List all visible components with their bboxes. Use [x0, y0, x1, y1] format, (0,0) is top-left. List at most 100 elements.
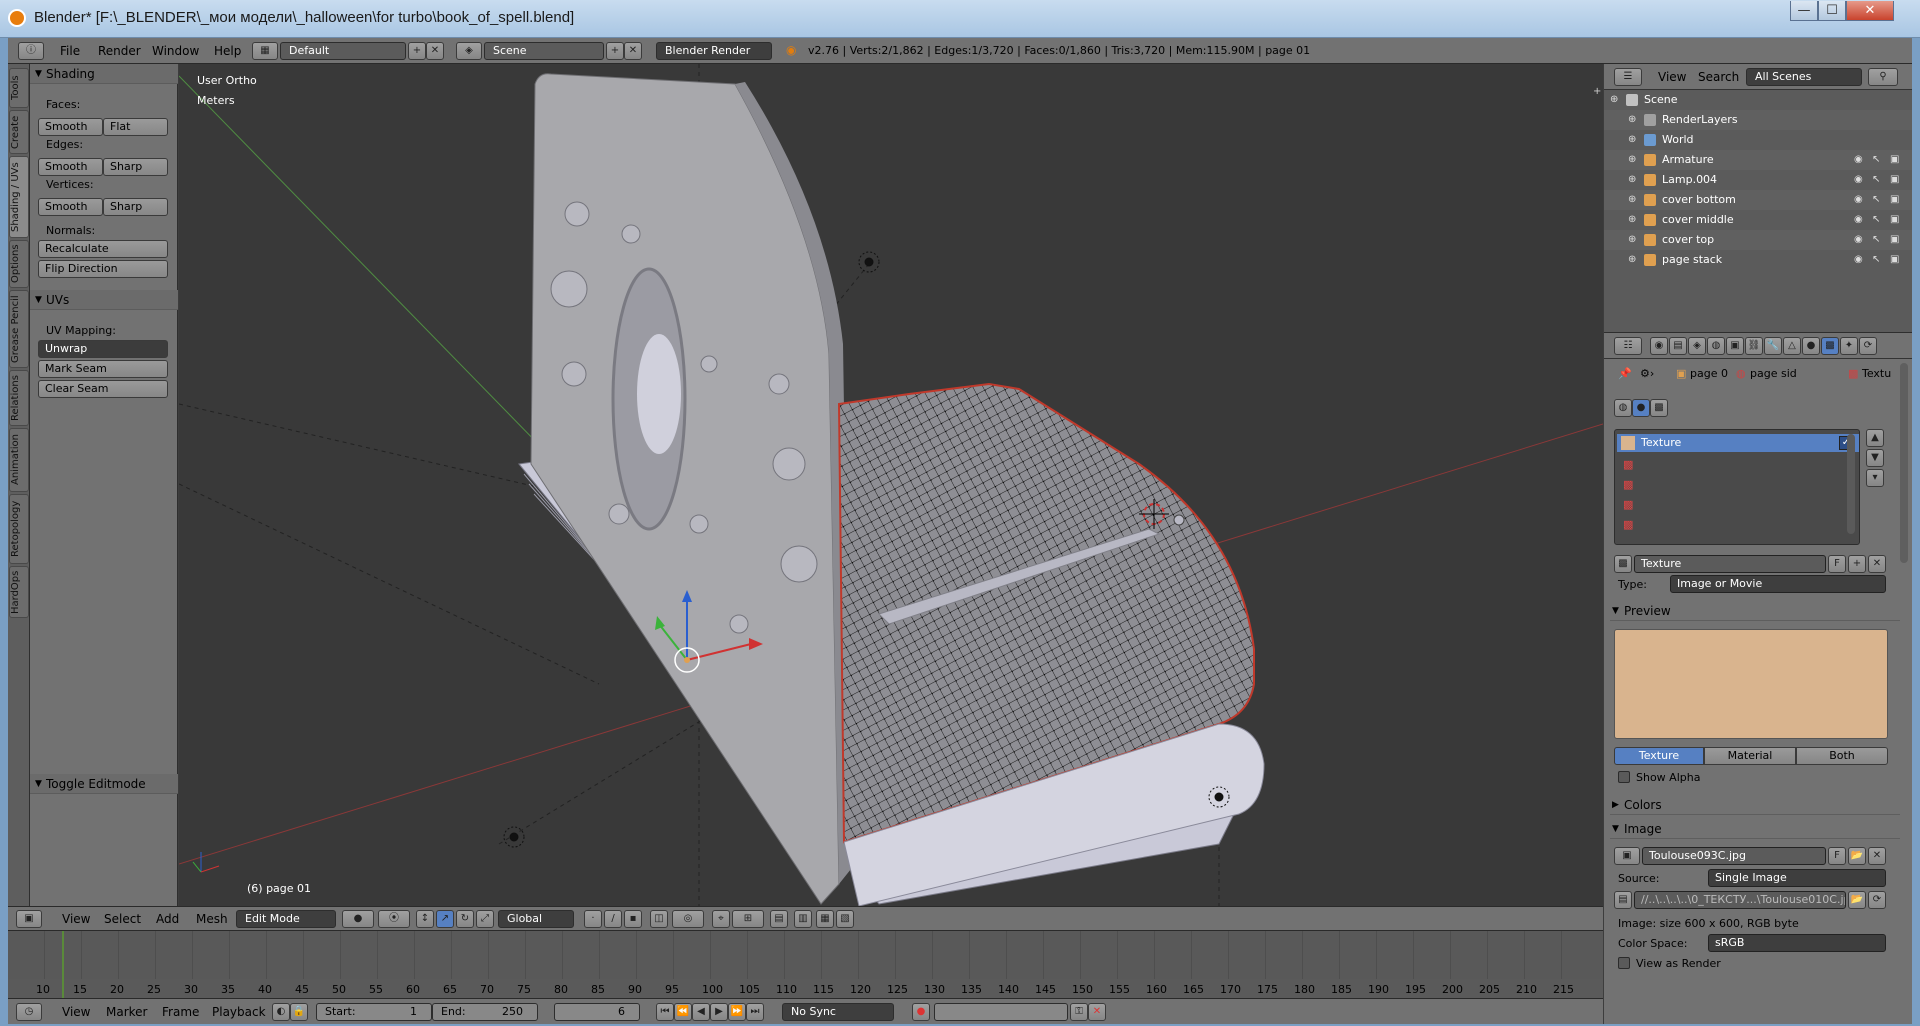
expand-toggle-icon[interactable]: ⊕ — [1628, 230, 1636, 250]
image-source-select[interactable]: Single Image — [1708, 869, 1886, 887]
faces-smooth-button[interactable]: Smooth — [38, 118, 103, 136]
use-preview-range-icon[interactable]: ◐ — [272, 1003, 290, 1021]
tab-shading-uvs[interactable]: Shading / UVs — [9, 156, 29, 238]
expand-toggle-icon[interactable]: ⊕ — [1628, 130, 1636, 150]
render-camera-icon[interactable]: ▣ — [1890, 155, 1902, 165]
expand-toggle-icon[interactable]: ⊕ — [1628, 190, 1636, 210]
timeline-menu-frame[interactable]: Frame — [162, 1005, 199, 1019]
layout-add-icon[interactable]: + — [408, 42, 426, 60]
render-tab-icon[interactable]: ◉ — [1650, 337, 1668, 355]
outliner-editor-type-icon[interactable]: ☰ — [1614, 68, 1642, 86]
jump-end-icon[interactable]: ⏭ — [746, 1003, 764, 1021]
unwrap-select[interactable]: Unwrap — [38, 340, 168, 358]
object-tab-icon[interactable]: ▣ — [1726, 337, 1744, 355]
reload-image-icon[interactable]: ⟳ — [1868, 891, 1886, 909]
tab-relations[interactable]: Relations — [9, 370, 29, 426]
visibility-eye-icon[interactable]: ◉ — [1854, 195, 1866, 205]
keying-set-field[interactable] — [934, 1003, 1068, 1021]
image-open-icon[interactable]: 📂 — [1848, 847, 1866, 865]
image-fake-user-button[interactable]: F — [1828, 847, 1846, 865]
image-panel-header[interactable]: ▼ Image — [1610, 819, 1900, 839]
image-browse-icon[interactable]: ▣ — [1614, 847, 1640, 865]
render-camera-icon[interactable]: ▣ — [1890, 195, 1902, 205]
breadcrumb-texture[interactable]: Textu — [1862, 367, 1891, 380]
color-space-select[interactable]: sRGB — [1708, 934, 1886, 952]
tab-retopology[interactable]: Retopology — [9, 494, 29, 564]
jump-start-icon[interactable]: ⏮ — [656, 1003, 674, 1021]
expand-toggle-icon[interactable]: ⊕ — [1628, 150, 1636, 170]
sync-select[interactable]: No Sync — [782, 1003, 894, 1021]
menu-view[interactable]: View — [62, 912, 90, 926]
selectability-arrow-icon[interactable]: ↖ — [1872, 155, 1884, 165]
expand-toggle-icon[interactable]: ⊕ — [1610, 90, 1618, 110]
outliner-filter-select[interactable]: All Scenes — [1746, 68, 1862, 86]
tab-tools[interactable]: Tools — [9, 68, 29, 108]
selectability-arrow-icon[interactable]: ↖ — [1872, 255, 1884, 265]
shading-mode-icon[interactable]: ● — [342, 910, 374, 928]
current-frame-field[interactable]: 6 — [554, 1003, 640, 1021]
maximize-button[interactable]: ☐ — [1818, 1, 1846, 21]
preview-texture-tab[interactable]: Texture — [1614, 747, 1704, 765]
slot-specials-icon[interactable]: ▾ — [1866, 469, 1884, 487]
menu-mesh[interactable]: Mesh — [196, 912, 228, 926]
particles-tab-icon[interactable]: ✦ — [1840, 337, 1858, 355]
layout-grid-icon[interactable]: ▦ — [252, 42, 278, 60]
start-frame-field[interactable]: Start: 1 — [316, 1003, 432, 1021]
outliner-row[interactable]: ⊕ Armature ◉ ↖ ▣ — [1604, 150, 1912, 170]
transform-orientation-select[interactable]: Global — [498, 910, 574, 928]
texture-unlink-icon[interactable]: ✕ — [1868, 555, 1886, 573]
tab-options[interactable]: Options — [9, 240, 29, 288]
recalculate-button[interactable]: Recalculate — [38, 240, 168, 258]
uvs-panel-header[interactable]: ▼ UVs — [30, 290, 178, 310]
vertex-select-icon[interactable]: · — [584, 910, 602, 928]
tab-hardops[interactable]: HardOps — [9, 566, 29, 618]
edges-smooth-button[interactable]: Smooth — [38, 158, 103, 176]
translate-icon[interactable]: ↗ — [436, 910, 454, 928]
tab-create[interactable]: Create — [9, 110, 29, 154]
proportional-edit-icon[interactable]: ◎ — [672, 910, 704, 928]
pivot-icon[interactable]: ⦿ — [378, 910, 410, 928]
layout-remove-icon[interactable]: ✕ — [426, 42, 444, 60]
occlude-icon[interactable]: ◫ — [650, 910, 668, 928]
world-tab-icon[interactable]: ◍ — [1707, 337, 1725, 355]
texture-browse-icon[interactable]: ▩ — [1614, 555, 1632, 573]
image-name-field[interactable]: Toulouse093C.jpg — [1642, 847, 1826, 865]
minimize-button[interactable]: — — [1790, 1, 1818, 21]
slot-list-scrollbar[interactable] — [1847, 434, 1855, 534]
texture-slot-selected[interactable]: Texture ✓ — [1617, 434, 1859, 452]
next-keyframe-icon[interactable]: ⏩ — [728, 1003, 746, 1021]
lock-range-icon[interactable]: 🔒 — [290, 1003, 308, 1021]
mark-seam-button[interactable]: Mark Seam — [38, 360, 168, 378]
slot-move-down-icon[interactable]: ▼ — [1866, 449, 1884, 467]
shading-panel-header[interactable]: ▼ Shading — [30, 64, 178, 84]
record-icon[interactable]: ● — [912, 1003, 930, 1021]
render-layers-tab-icon[interactable]: ▤ — [1669, 337, 1687, 355]
visibility-eye-icon[interactable]: ◉ — [1854, 255, 1866, 265]
menu-select[interactable]: Select — [104, 912, 141, 926]
show-alpha-checkbox[interactable] — [1618, 771, 1630, 783]
expand-toggle-icon[interactable]: ⊕ — [1628, 210, 1636, 230]
data-tab-icon[interactable]: △ — [1783, 337, 1801, 355]
texture-fake-user-button[interactable]: F — [1828, 555, 1846, 573]
outliner-row[interactable]: ⊕ page stack ◉ ↖ ▣ — [1604, 250, 1912, 270]
outliner-row[interactable]: ⊕ Lamp.004 ◉ ↖ ▣ — [1604, 170, 1912, 190]
material-tab-icon[interactable]: ● — [1802, 337, 1820, 355]
outliner-menu-search[interactable]: Search — [1698, 70, 1739, 84]
outliner-row[interactable]: ⊕ Scene — [1604, 90, 1912, 110]
viewport-plus-icon[interactable]: + — [1593, 86, 1601, 97]
expand-toggle-icon[interactable]: ⊕ — [1628, 250, 1636, 270]
scene-add-icon[interactable]: + — [606, 42, 624, 60]
texture-type-select[interactable]: Image or Movie — [1670, 575, 1886, 593]
image-filepath-field[interactable]: //..\..\..\..\0_ТЕКСТУ...\Toulouse010C.j… — [1634, 891, 1846, 909]
snap-element-icon[interactable]: ⊞ — [732, 910, 764, 928]
vertices-smooth-button[interactable]: Smooth — [38, 198, 103, 216]
manipulator-toggle-icon[interactable]: ↕ — [416, 910, 434, 928]
colors-panel-header[interactable]: ▶ Colors — [1610, 795, 1900, 815]
3d-viewport[interactable]: User Ortho Meters (6) page 01 + — [179, 64, 1603, 906]
clear-seam-button[interactable]: Clear Seam — [38, 380, 168, 398]
outliner-row[interactable]: ⊕ cover bottom ◉ ↖ ▣ — [1604, 190, 1912, 210]
filepath-browse-icon[interactable]: 📂 — [1848, 891, 1866, 909]
edges-sharp-button[interactable]: Sharp — [103, 158, 168, 176]
face-select-icon[interactable]: ▪ — [624, 910, 642, 928]
properties-scrollbar[interactable] — [1900, 363, 1908, 563]
